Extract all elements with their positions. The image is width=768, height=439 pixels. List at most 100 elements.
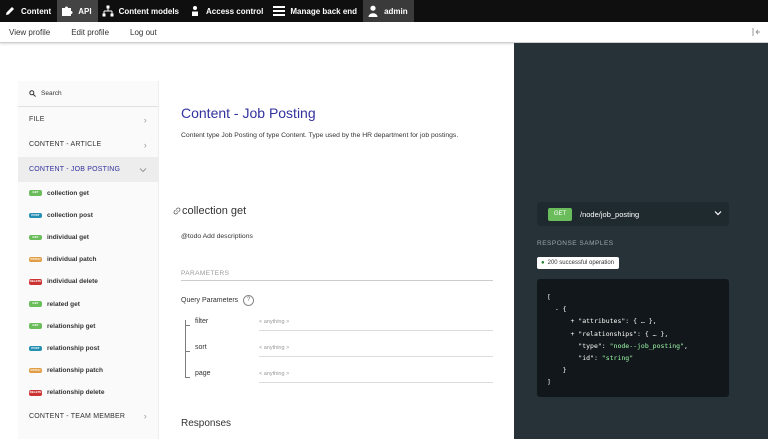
chevron-right-icon: › [143,114,147,125]
code-line[interactable]: + "attributes": { … }, [547,315,719,327]
endpoint-path: /node/job_posting [580,209,640,219]
toolbar-content-models-label: Content models [118,6,180,16]
method-badge: DELETE [29,279,42,285]
operation-label: individual get [47,233,89,241]
sidebar-item-content-team-member[interactable]: CONTENT - TEAM MEMBER › [18,404,158,429]
code-string: "node--job_posting" [609,341,684,350]
response-status-tab[interactable]: ● 200 successful operation [537,257,619,269]
edit-profile-link[interactable]: Edit profile [71,28,109,37]
code-line: } [547,366,567,375]
sidebar-operation-item[interactable]: GET individual get [18,226,158,248]
search-input[interactable]: Search [41,90,62,97]
menu-icon [273,6,286,16]
operation-label: individual delete [47,278,98,286]
param-row-filter: filter < anything > [181,315,493,341]
operation-title-text: collection get [182,205,247,217]
tree-tick [185,346,190,352]
toolbar-admin-label: admin [384,6,408,16]
chevron-right-icon: › [143,139,147,150]
toolbar-content-label: Content [21,6,52,16]
toolbar-access-control[interactable]: Access control [185,0,269,22]
log-out-link[interactable]: Log out [130,28,157,37]
toolbar-content[interactable]: Content [0,0,57,22]
method-badge: GET [29,234,42,241]
page-title: Content - Job Posting [181,105,316,121]
view-profile-link[interactable]: View profile [9,28,50,37]
toolbar-api-label: API [78,6,92,16]
sidebar-operation-item[interactable]: PATCH individual patch [18,249,158,271]
admin-toolbar: Content API Content models Access contro… [0,0,768,22]
query-parameters-text: Query Parameters [181,297,239,304]
endpoint-selector[interactable]: GET /node/job_posting [537,202,729,226]
responses-heading: Responses [181,418,232,429]
sidebar-item-file[interactable]: FILE › [18,107,158,132]
info-icon[interactable]: ? [243,295,255,306]
code-line[interactable]: + "relationships": { … }, [547,328,719,340]
user-icon [368,5,378,17]
method-badge: DELETE [29,390,42,396]
method-badge: POST [29,212,42,219]
chevron-right-icon: › [143,411,147,422]
param-row-sort: sort < anything > [181,341,493,367]
operation-label: individual patch [47,256,97,264]
sidebar-item-label: FILE [29,116,45,123]
tray-orientation-toggle-icon[interactable] [752,27,762,37]
param-underline [259,382,493,383]
sidebar-operation-item[interactable]: GET relationship get [18,315,158,337]
response-status-text: 200 successful operation [547,260,614,266]
operation-title: collection get [173,205,246,217]
param-underline [259,356,493,357]
param-underline [259,330,493,331]
code-key: "type": [547,341,610,350]
method-badge: PATCH [29,256,42,263]
sidebar-operation-item[interactable]: PATCH relationship patch [18,360,158,382]
link-icon[interactable] [173,207,181,215]
sidebar-search[interactable]: Search [18,81,158,107]
sidebar-item-label: CONTENT - TEAM MEMBER [29,412,126,420]
response-samples-label: RESPONSE SAMPLES [537,240,614,247]
param-value-input[interactable]: < anything > [259,319,289,325]
toolbar-api[interactable]: API [57,0,98,22]
sidebar-operation-item[interactable]: POST relationship post [18,337,158,359]
main-content: Content - Job Posting Content type Job P… [159,81,514,439]
tree-tick [185,320,190,326]
api-sidebar: Search FILE › CONTENT - ARTICLE › CONTEN… [18,81,159,439]
search-icon [29,90,36,97]
user-tray: View profile Edit profile Log out [0,22,768,43]
query-parameters-label: Query Parameters ? [181,295,255,306]
divider [181,280,493,281]
status-dot-icon: ● [541,260,545,266]
operation-label: relationship delete [47,389,105,397]
sidebar-operation-item[interactable]: DELETE individual delete [18,271,158,293]
param-value-input[interactable]: < anything > [259,371,289,377]
operation-label: relationship patch [47,367,103,375]
code-line: "type": "node--job_posting", [547,341,688,350]
puzzle-icon [62,6,73,16]
code-line[interactable]: - { [547,303,719,315]
operation-description: @todo Add descriptions [181,233,253,240]
sidebar-operation-item[interactable]: DELETE relationship delete [18,382,158,404]
hierarchy-icon [102,5,114,17]
sidebar-operation-item[interactable]: GET collection get [18,182,158,204]
pencil-icon [6,7,14,15]
operation-label: relationship get [47,322,96,330]
param-name: filter [195,318,209,325]
page-description: Content type Job Posting of type Content… [181,132,459,139]
toolbar-content-models[interactable]: Content models [98,0,185,22]
sidebar-item-content-article[interactable]: CONTENT - ARTICLE › [18,132,158,157]
sidebar-item-label: CONTENT - ARTICLE [29,141,102,148]
toolbar-manage-back-end[interactable]: Manage back end [269,0,363,22]
sidebar-item-content-job-posting[interactable]: CONTENT - JOB POSTING [18,157,158,182]
sidebar-operation-item[interactable]: GET related get [18,293,158,315]
method-badge: GET [29,323,42,329]
operations-list: GET collection get POST collection post GET i… [18,182,158,404]
sidebar-operation-item[interactable]: POST collection post [18,204,158,226]
chevron-down-icon [714,211,722,216]
param-value-input[interactable]: < anything > [259,345,289,351]
toolbar-admin[interactable]: admin [363,0,414,22]
operation-label: collection post [47,211,93,219]
code-line: "id": "string" [547,352,719,364]
code-string: "string" [601,354,634,363]
toolbar-manage-back-end-label: Manage back end [290,6,358,16]
operation-label: related get [47,300,80,308]
